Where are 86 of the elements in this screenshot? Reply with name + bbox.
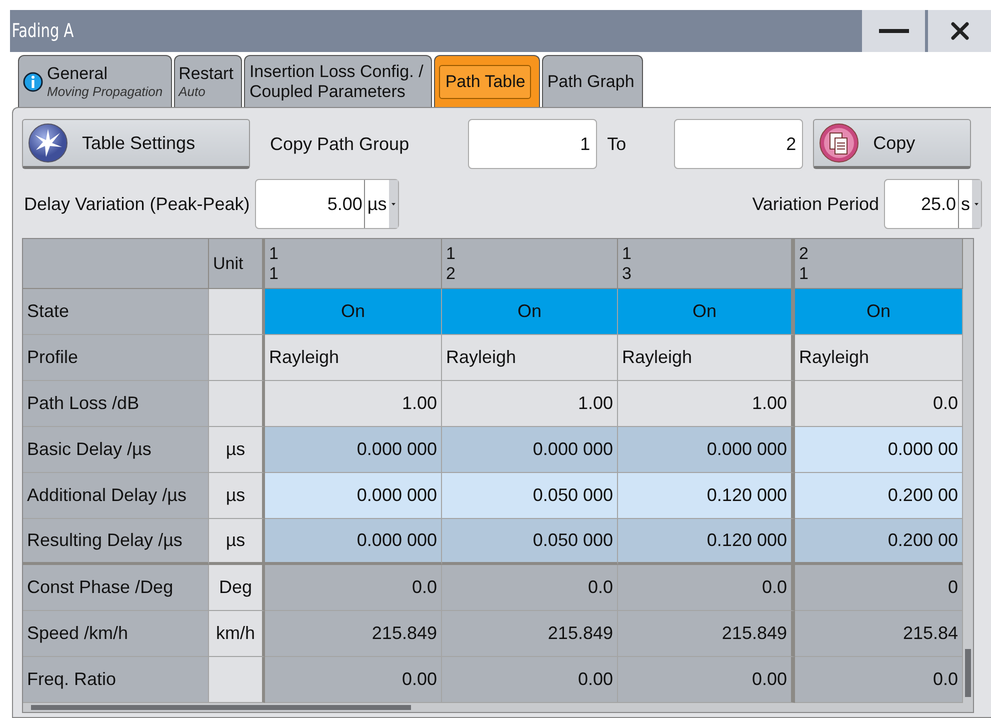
tab[interactable]: Path Graph xyxy=(542,55,644,107)
table-cell: 1.00 xyxy=(442,381,618,427)
column-header: 1 1 xyxy=(265,239,442,289)
to-label: To xyxy=(607,134,626,154)
tab[interactable]: Insertion Loss Config. / Coupled Parameters xyxy=(244,55,432,107)
unit-dropdown[interactable]: s xyxy=(958,180,981,228)
table-cell: 0.050 000 xyxy=(442,473,618,519)
table-cell: 215.849 xyxy=(618,611,795,657)
table-cell: 0.0 xyxy=(442,565,618,611)
window-title: Fading A xyxy=(10,20,75,42)
table-cell: 0.200 00 xyxy=(795,519,963,565)
field-value: 25.0 xyxy=(920,192,957,216)
table-cell: 0.00 xyxy=(618,657,795,703)
table-settings-button[interactable]: Table Settings xyxy=(22,119,250,169)
copy-button[interactable]: Copy xyxy=(813,119,972,169)
copy-path-group-label: Copy Path Group xyxy=(270,134,410,154)
table-cell: 0.0 xyxy=(618,565,795,611)
table-cell: 0.000 000 xyxy=(265,427,442,473)
state-button[interactable]: On xyxy=(442,289,618,335)
horizontal-scrollbar[interactable] xyxy=(23,703,973,712)
unit-cell xyxy=(209,657,265,703)
minimize-icon xyxy=(878,28,908,34)
unit-cell: µs xyxy=(209,473,265,519)
value-field[interactable]: 25.0 s xyxy=(884,179,982,229)
column-header: 2 1 xyxy=(795,239,963,289)
row-label: Profile xyxy=(23,335,209,381)
value-field[interactable]: 5.00 µs xyxy=(254,179,399,229)
row-label: State xyxy=(23,289,209,335)
unit-cell: µs xyxy=(209,427,265,473)
column-header: 1 3 xyxy=(618,239,795,289)
table-cell: 1.00 xyxy=(618,381,795,427)
row-label: Additional Delay /µs xyxy=(23,473,209,519)
row-label: Path Loss /dB xyxy=(23,381,209,427)
minimize-button[interactable] xyxy=(862,10,925,52)
table-cell: 0.200 00 xyxy=(795,473,963,519)
table-cell: 0.000 000 xyxy=(265,473,442,519)
table-cell: 0.000 000 xyxy=(618,427,795,473)
vertical-scrollbar[interactable] xyxy=(963,239,973,703)
table-cell: 215.849 xyxy=(265,611,442,657)
tab[interactable]: Path Table xyxy=(434,55,540,107)
copy-to-field[interactable]: 2 xyxy=(674,119,804,169)
state-button[interactable]: On xyxy=(795,289,963,335)
table-cell: 0.120 000 xyxy=(618,473,795,519)
row-label: Resulting Delay /µs xyxy=(23,519,209,565)
table-cell: 0.0 xyxy=(265,565,442,611)
table-cell: Rayleigh xyxy=(795,335,963,381)
table-cell: 0.120 000 xyxy=(618,519,795,565)
state-button[interactable]: On xyxy=(265,289,442,335)
table-cell: Rayleigh xyxy=(442,335,618,381)
table-cell: 0.050 000 xyxy=(442,519,618,565)
header-cell: Unit xyxy=(209,239,265,289)
table-cell: 215.84 xyxy=(795,611,963,657)
state-button[interactable]: On xyxy=(618,289,795,335)
field-value: 5.00 xyxy=(326,192,364,216)
unit-cell: km/h xyxy=(209,611,265,657)
variation-period-label: Variation Period xyxy=(752,194,879,214)
table-cell: 0.000 000 xyxy=(265,519,442,565)
copy-icon xyxy=(819,123,860,163)
column-header: 1 2 xyxy=(442,239,618,289)
close-button[interactable] xyxy=(928,10,991,52)
table-cell: 0.000 00 xyxy=(795,427,963,473)
unit-cell: µs xyxy=(209,519,265,565)
row-label: Const Phase /Deg xyxy=(23,565,209,611)
unit-cell xyxy=(209,335,265,381)
table-cell: Rayleigh xyxy=(618,335,795,381)
unit-dropdown[interactable]: µs xyxy=(364,180,398,228)
table-cell: 0.0 xyxy=(795,381,963,427)
delay-variation-label: Delay Variation (Peak-Peak) xyxy=(24,194,250,214)
table-cell: 215.849 xyxy=(442,611,618,657)
unit-cell xyxy=(209,381,265,427)
unit-cell: Deg xyxy=(209,565,265,611)
tab[interactable]: Restart Auto xyxy=(174,55,242,107)
table-cell: 0.0 xyxy=(795,657,963,703)
table-cell: Rayleigh xyxy=(265,335,442,381)
row-label: Freq. Ratio xyxy=(23,657,209,703)
unit-cell xyxy=(209,289,265,335)
table-cell: 0.00 xyxy=(442,657,618,703)
table-cell: 1.00 xyxy=(265,381,442,427)
row-label: Basic Delay /µs xyxy=(23,427,209,473)
table-cell: 0.000 000 xyxy=(442,427,618,473)
row-label: Speed /km/h xyxy=(23,611,209,657)
starburst-icon xyxy=(28,123,68,163)
table-cell: 0.00 xyxy=(265,657,442,703)
copy-from-field[interactable]: 1 xyxy=(468,119,598,169)
table-cell: 0 xyxy=(795,565,963,611)
tab[interactable]: General Moving Propagation xyxy=(18,55,172,107)
